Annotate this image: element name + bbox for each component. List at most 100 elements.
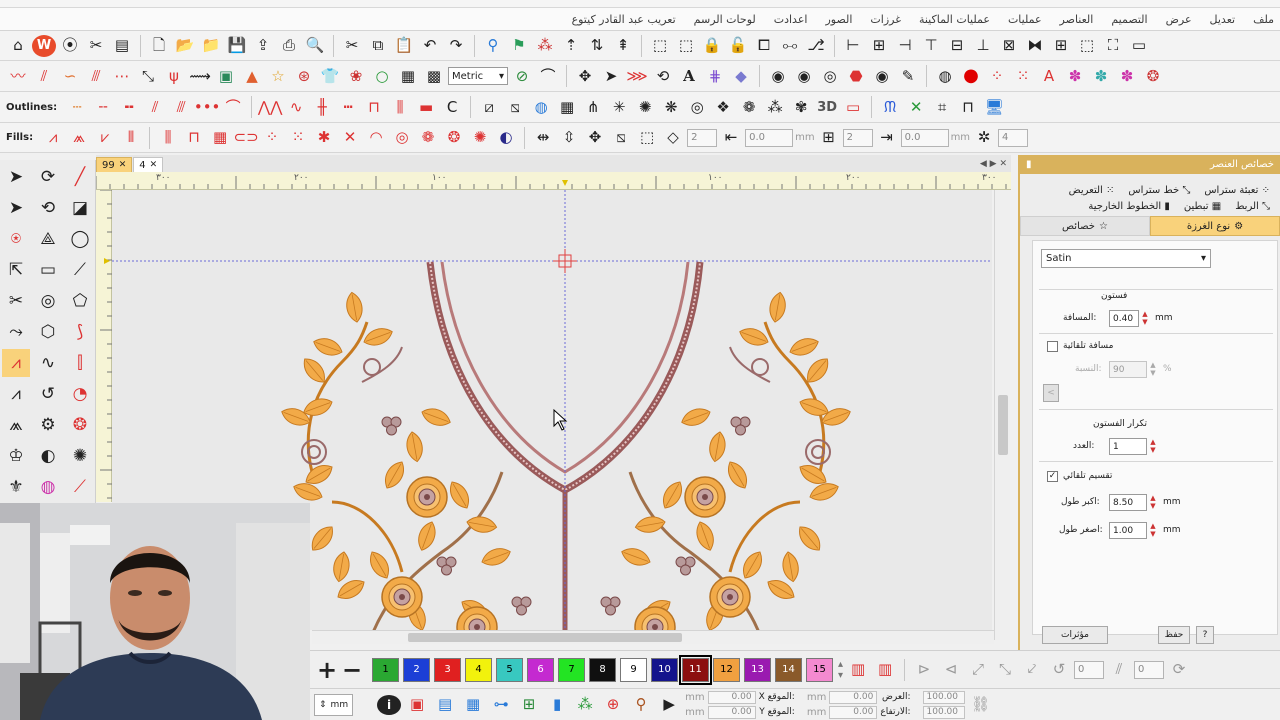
select-arrow-icon[interactable]: ➤ [599,64,623,88]
sequence-icon[interactable]: ▦ [461,693,485,717]
info-icon[interactable]: i [377,694,402,715]
outline-c-icon[interactable]: C [440,95,464,119]
gradient-icon[interactable]: ◪ [66,194,94,222]
trim-icon[interactable]: ⇞ [611,34,635,58]
bling-alt-icon[interactable]: ✽ [1089,64,1113,88]
menu-objects[interactable]: العناصر [1060,13,1094,26]
density-input[interactable]: 0.40 [1109,310,1139,327]
color-swatch[interactable]: 11 [679,654,712,685]
star-icon[interactable]: ☆ [266,64,290,88]
outline-block-icon[interactable]: ▬ [414,95,438,119]
slant-icon[interactable]: ⫽ [1107,658,1131,682]
print-preview-icon[interactable]: 🔍 [303,34,327,58]
ribbon-tool-icon[interactable]: ◍ [34,473,62,501]
save-icon[interactable]: 💾 [225,34,249,58]
fill-grid-icon[interactable]: ⁙ [286,126,310,150]
fill-maze-icon[interactable]: ⊓ [182,126,206,150]
mirror-h-icon[interactable]: ⊳ [912,658,936,682]
min-length-stepper-icon[interactable]: ▲ ▼ [1148,522,1158,539]
outline-square-wave-icon[interactable]: ⊓ [362,95,386,119]
percent-input[interactable]: 90 [1109,361,1147,378]
stipple-tool-icon[interactable]: ❂ [66,411,94,439]
tab-scroll-arrows-icon[interactable]: ◀ ▶ ✕ [980,159,1007,169]
tab-widening[interactable]: ⁙ التعريض [1069,185,1115,196]
outline-triple-icon[interactable]: ╍ [117,95,141,119]
frame-icon[interactable]: ⬚ [635,126,659,150]
rectangle-icon[interactable]: ▭ [34,256,62,284]
color-swatch[interactable]: 12 [713,657,740,682]
tab-strass-fill[interactable]: ⁘ تعبئة ستراس [1204,185,1270,196]
select-arrow-icon[interactable]: ➤ [2,163,30,191]
satin-icon[interactable]: ⫽ [32,64,56,88]
menu-settings[interactable]: اعدادت [774,13,808,26]
polygon-node-icon[interactable]: ⟁ [34,225,62,253]
skew-h-icon[interactable]: ⤢ [966,658,990,682]
line-tool-icon[interactable]: ╱ [66,163,94,191]
thread-chart-alt-icon[interactable]: ▥ [873,658,897,682]
bead-icon[interactable]: ⋯ [110,64,134,88]
ribbon-icon[interactable]: ▭ [841,95,865,119]
fill-spikes-icon[interactable]: ✱ [312,126,336,150]
outline-run-icon[interactable]: ╌ [91,95,115,119]
ellipse-ring-icon[interactable]: ◯ [66,225,94,253]
scale-height-input[interactable]: 100.00 [922,705,965,719]
undo-icon[interactable]: ↶ [418,34,442,58]
vertical-ruler[interactable] [96,190,112,502]
color-swatch[interactable]: 2 [403,657,430,682]
color-swatch[interactable]: 13 [744,657,771,682]
shapes-icon[interactable]: ▲ [240,64,264,88]
fill-ornament-icon[interactable]: ❁ [416,126,440,150]
fill-bricks-icon[interactable]: ▦ [208,126,232,150]
sequin-cluster-icon[interactable]: ⁙ [1011,64,1035,88]
percent-stepper-icon[interactable]: ▲ ▼ [1148,361,1158,378]
menu-credits[interactable]: تعريب عبد القادر كيتوع [572,13,676,26]
select-box-icon[interactable]: ⬚ [648,34,672,58]
folder-stack-icon[interactable]: ▤ [110,34,134,58]
menu-edit[interactable]: تعديل [1210,13,1236,26]
fill-satin-icon[interactable]: ⩕ [67,126,91,150]
arrow-path-icon[interactable]: ⟿ [188,64,212,88]
menu-design[interactable]: التصميم [1111,13,1147,26]
appliqué-tool-icon[interactable]: ⚜ [2,473,30,501]
lock-icon[interactable]: 🔒 [700,34,724,58]
home-icon[interactable]: ⌂ [6,34,30,58]
menu-view[interactable]: عرض [1166,13,1192,26]
auto-split-checkbox[interactable]: ✓ [1047,471,1058,482]
bezier-icon[interactable]: ∿ [34,349,62,377]
outline-comb-icon[interactable]: ⫼ [388,95,412,119]
color-film-icon[interactable]: ▣ [405,693,429,717]
rotate-angle-input[interactable]: 0 [1074,660,1105,679]
fill-cross-icon[interactable]: ✕ [338,126,362,150]
arrange-icon[interactable]: ⊞ [817,126,841,150]
grid-fill-icon[interactable]: ▦ [396,64,420,88]
hoop-icon[interactable]: ⚑ [507,34,531,58]
stipple-icon[interactable]: ⁂ [763,95,787,119]
pin-icon[interactable]: ▮ [1026,159,1032,170]
effects-button[interactable]: مؤثرات [1042,626,1108,644]
outline-bead-icon[interactable]: ••• [194,95,221,119]
lasso-icon[interactable]: ⍟ [2,225,30,253]
outline-zigzag-icon[interactable]: ⋀⋀ [258,95,283,119]
pos-y-input[interactable]: 0.00 [707,705,756,719]
add-color-icon[interactable]: + [316,656,338,684]
stitch-colors-icon[interactable]: ⁂ [573,693,597,717]
menu-stitches[interactable]: غرزات [870,13,901,26]
stitch-list-icon[interactable]: ▤ [433,693,457,717]
density-stepper-icon[interactable]: ▲ ▼ [1140,310,1150,327]
column-tool-icon[interactable]: ⫿ [66,349,94,377]
fill-step-icon[interactable]: ⩗ [93,126,117,150]
align-center-icon[interactable]: ⊞ [867,34,891,58]
rows-spinner[interactable]: 2 [842,128,873,147]
freeform-icon[interactable]: ⬡ [34,318,62,346]
menu-machine-operations[interactable]: عمليات الماكينة [919,13,990,26]
menu-operations[interactable]: عمليات [1008,13,1042,26]
pentagon-icon[interactable]: ⬠ [66,287,94,315]
reshape-node-icon[interactable]: ⟲ [34,194,62,222]
hand-tool-icon[interactable]: ✥ [573,64,597,88]
width-input[interactable]: 0.00 [829,690,878,704]
rotate-select-icon[interactable]: ⟳ [34,163,62,191]
color-swatch[interactable]: 6 [527,657,554,682]
thread-spool-icon[interactable]: ⊶ [489,693,513,717]
outline-wave-icon[interactable]: ∿ [284,95,308,119]
align-left-icon[interactable]: ⊢ [841,34,865,58]
